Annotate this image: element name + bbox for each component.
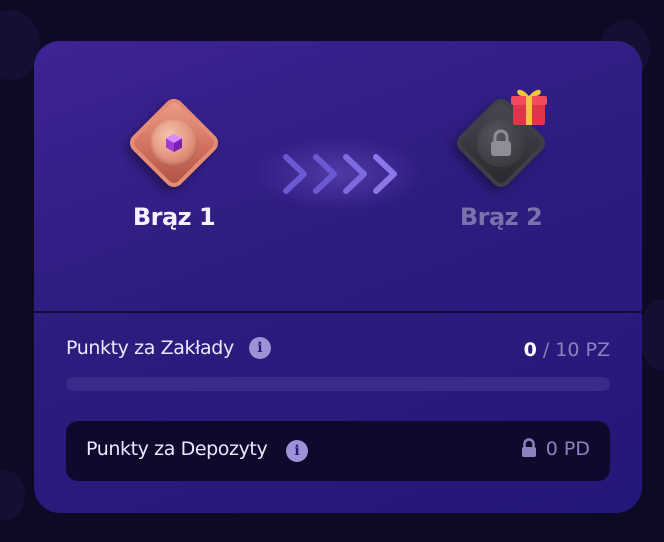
current-level-label: Brąz 1	[132, 203, 216, 231]
deposit-points-amount: 0 PD	[545, 438, 590, 460]
background-ghost-decoration	[0, 470, 25, 520]
bronze-badge-icon	[124, 93, 224, 193]
next-level: Brąz 2	[436, 89, 566, 231]
bet-points-label: Punkty za Zakłady	[66, 337, 234, 359]
level-progress-card: Brąz 1 Brąz 2 Punkty za Zakłady i 0 / 10…	[34, 41, 642, 513]
bet-points-target: / 10 PZ	[542, 339, 610, 361]
bet-points-progress-bar	[66, 377, 610, 391]
lock-icon	[491, 129, 511, 156]
bet-points-info-icon[interactable]: i	[248, 337, 271, 359]
background-ghost-decoration	[640, 300, 664, 370]
chevrons-right-icon	[283, 154, 397, 194]
gift-icon	[511, 89, 547, 125]
section-divider	[34, 311, 642, 313]
level-transition-section: Brąz 1 Brąz 2	[34, 41, 642, 311]
next-level-label: Brąz 2	[459, 203, 543, 231]
lock-icon	[521, 438, 536, 457]
deposit-points-value: 0 PD	[520, 438, 590, 460]
bet-points-value: 0 / 10 PZ	[524, 339, 610, 361]
deposit-points-info-icon[interactable]: i	[286, 440, 308, 462]
bet-points-section: Punkty za Zakłady i 0 / 10 PZ	[66, 337, 610, 391]
deposit-points-label: Punkty za Depozyty	[86, 438, 268, 460]
deposit-points-panel: Punkty za Depozyty i 0 PD	[66, 421, 610, 481]
locked-badge-icon	[451, 89, 551, 193]
current-level: Brąz 1	[109, 93, 239, 231]
gem-icon	[166, 134, 182, 152]
bet-points-current: 0	[523, 339, 537, 361]
